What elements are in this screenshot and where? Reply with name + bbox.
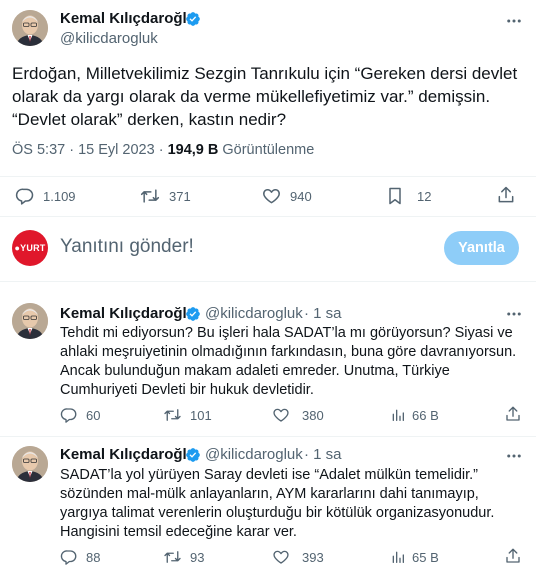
share-icon <box>498 186 514 203</box>
retweet-action[interactable]: 101 <box>163 406 212 424</box>
author-name[interactable]: Kemal Kılıçdaroğlu <box>60 10 196 27</box>
yurt-logo-text: ●YURT <box>14 243 46 253</box>
author-avatar[interactable] <box>12 446 48 482</box>
reply-icon <box>60 408 77 423</box>
like-count: 393 <box>302 549 324 565</box>
bookmark-count: 12 <box>417 188 432 204</box>
like-icon <box>263 189 280 204</box>
bookmark-action[interactable]: 12 <box>385 186 431 206</box>
author-handle[interactable]: @kilicdarogluk <box>205 446 303 463</box>
divider <box>0 216 536 217</box>
views-action[interactable]: 66 B <box>390 406 439 424</box>
tweet-text: Erdoğan, Milletvekilimiz Sezgin Tanrıkul… <box>12 64 518 129</box>
retweet-icon <box>140 189 160 203</box>
views-label: Görüntülenme <box>218 142 315 158</box>
views-icon <box>392 551 404 563</box>
reply-action[interactable]: 60 <box>60 406 100 424</box>
author-name[interactable]: Kemal Kılıçdaroğlu <box>60 446 196 463</box>
divider <box>0 436 536 437</box>
views-count: 194,9 B <box>167 142 219 158</box>
reply-action[interactable]: 88 <box>60 548 100 566</box>
verified-badge-icon <box>185 11 201 27</box>
main-tweet: Kemal Kılıçdaroğlu @kilicdarogluk Erdoğa… <box>0 0 536 293</box>
views-count: 65 B <box>412 549 439 565</box>
like-count: 380 <box>302 407 324 423</box>
retweet-action[interactable]: 93 <box>163 548 204 566</box>
reply-count: 1.109 <box>43 188 76 204</box>
author-handle[interactable]: @kilicdarogluk <box>60 30 158 47</box>
like-action[interactable]: 940 <box>261 186 312 206</box>
share-action[interactable] <box>496 185 516 205</box>
reply-input[interactable]: Yanıtını gönder! <box>60 236 194 258</box>
tweet-timestamp[interactable]: ÖS 5:37 · 15 Eyl 2023 · <box>12 142 168 158</box>
tweet-timestamp[interactable]: · 1 sa <box>304 305 342 322</box>
author-avatar[interactable] <box>12 10 48 46</box>
author-name[interactable]: Kemal Kılıçdaroğlu <box>60 305 196 322</box>
share-icon <box>506 548 520 563</box>
views-icon <box>392 409 404 421</box>
tweet-meta: ÖS 5:37 · 15 Eyl 2023 · 194,9 B Görüntül… <box>12 142 314 158</box>
reply-count: 60 <box>86 407 101 423</box>
like-action[interactable]: 393 <box>272 548 324 566</box>
views-count: 66 B <box>412 407 439 423</box>
views-action[interactable]: 65 B <box>390 548 439 566</box>
reply-icon <box>15 188 34 205</box>
like-count: 940 <box>290 188 312 204</box>
retweet-icon <box>164 409 181 421</box>
more-options-icon[interactable] <box>505 12 523 30</box>
reply-button[interactable]: Yanıtla <box>444 231 519 265</box>
retweet-icon <box>164 551 181 563</box>
reply-action[interactable]: 1.109 <box>15 186 76 206</box>
verified-badge-icon <box>185 306 201 322</box>
share-icon <box>506 406 520 421</box>
author-avatar[interactable] <box>12 303 48 339</box>
share-action[interactable] <box>504 547 522 565</box>
like-icon <box>273 550 289 564</box>
retweet-count: 101 <box>190 407 212 423</box>
more-options-icon[interactable] <box>505 447 523 465</box>
tweet-timestamp[interactable]: · 1 sa <box>304 446 342 463</box>
more-options-icon[interactable] <box>505 305 523 323</box>
verified-badge-icon <box>185 447 201 463</box>
retweet-action[interactable]: 371 <box>139 186 191 206</box>
tweet-text: Tehdit mi ediyorsun? Bu işleri hala SADA… <box>60 325 517 398</box>
reply-icon <box>60 550 77 565</box>
retweet-count: 93 <box>190 549 205 565</box>
share-action[interactable] <box>504 405 522 423</box>
bookmark-icon <box>389 187 401 205</box>
like-icon <box>273 408 289 422</box>
reply-count: 88 <box>86 549 101 565</box>
author-handle[interactable]: @kilicdarogluk <box>205 305 303 322</box>
compose-avatar[interactable]: ●YURT <box>12 230 48 266</box>
divider <box>0 176 536 177</box>
like-action[interactable]: 380 <box>272 406 324 424</box>
retweet-count: 371 <box>169 188 191 204</box>
divider <box>0 281 536 282</box>
tweet-text: SADAT’la yol yürüyen Saray devleti ise “… <box>60 467 495 540</box>
